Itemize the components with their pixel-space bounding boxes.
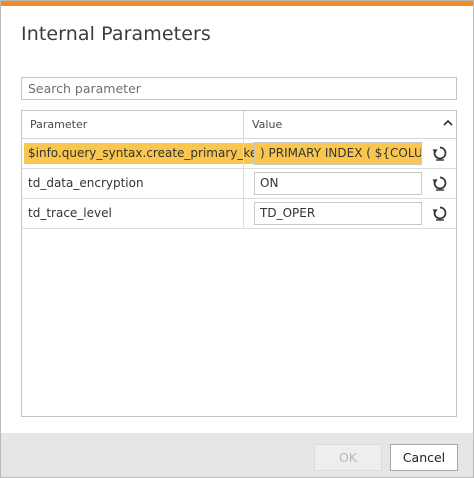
table-row: td_data_encryption ON: [22, 169, 456, 199]
parameters-table: Parameter Value $info.query_syntax.creat…: [21, 110, 457, 417]
parameter-value-field[interactable]: ON: [254, 172, 422, 195]
dialog-title: Internal Parameters: [21, 23, 211, 45]
parameter-value-field[interactable]: TD_OPER: [254, 202, 422, 225]
parameter-value-field[interactable]: ) PRIMARY INDEX ( ${COLUM: [254, 142, 422, 165]
reset-icon[interactable]: [431, 204, 449, 222]
chevron-up-icon[interactable]: [442, 117, 454, 129]
internal-parameters-dialog: Internal Parameters Parameter Value $inf…: [0, 0, 474, 478]
table-header: Parameter Value: [22, 111, 456, 139]
reset-icon[interactable]: [431, 174, 449, 192]
dialog-accent-bar: [1, 1, 473, 6]
column-divider: [243, 139, 244, 168]
column-divider: [243, 169, 244, 198]
table-row: $info.query_syntax.create_primary_key ) …: [22, 139, 456, 169]
parameter-name: $info.query_syntax.create_primary_key: [24, 143, 269, 164]
dialog-footer: OK Cancel: [1, 433, 473, 477]
ok-button[interactable]: OK: [314, 444, 382, 471]
cancel-button[interactable]: Cancel: [390, 444, 458, 471]
column-header-parameter: Parameter: [30, 118, 88, 131]
column-divider: [243, 111, 244, 138]
reset-icon[interactable]: [431, 144, 449, 162]
parameter-name: td_trace_level: [28, 206, 112, 220]
search-input[interactable]: [21, 77, 457, 100]
column-divider: [243, 199, 244, 228]
column-header-value: Value: [252, 118, 283, 131]
table-row: td_trace_level TD_OPER: [22, 199, 456, 229]
parameter-name: td_data_encryption: [28, 176, 144, 190]
